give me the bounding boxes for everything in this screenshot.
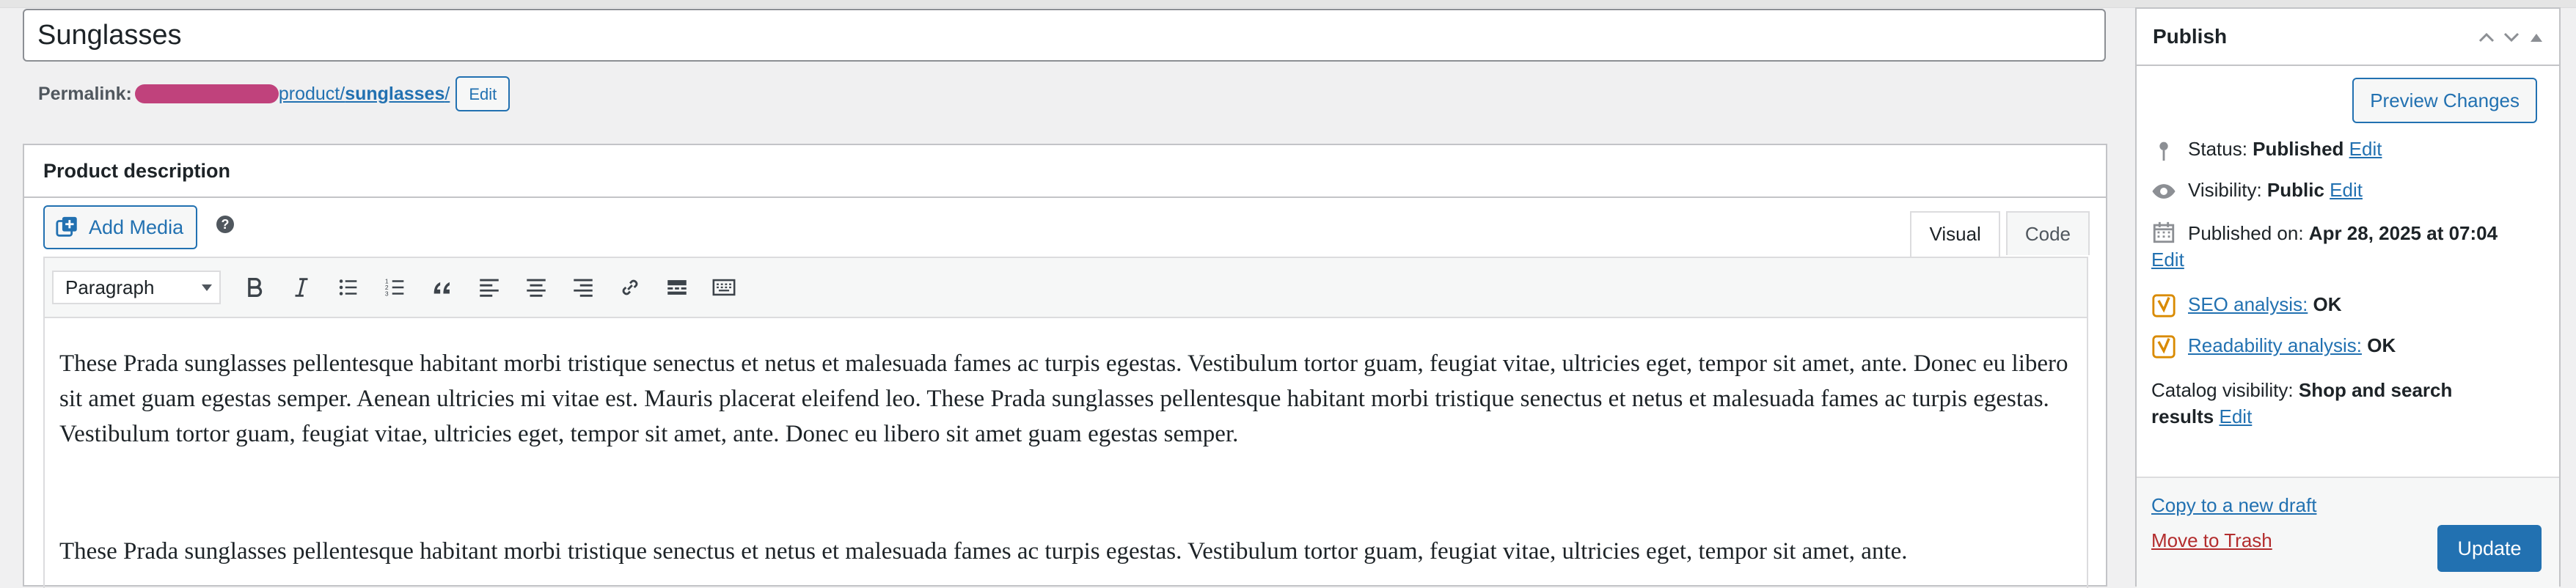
collapse-arrow-icon[interactable] — [2524, 26, 2549, 48]
editor-toolbar: Paragraph 123 — [45, 258, 2087, 318]
yoast-seo-icon — [2152, 294, 2176, 317]
chevron-down-icon[interactable] — [2499, 26, 2524, 48]
catalog-edit-link[interactable]: Edit — [2220, 405, 2253, 427]
chevron-down-icon — [202, 284, 212, 291]
published-on-row: Published on: Apr 28, 2025 at 07:04 Edit — [2151, 220, 2547, 273]
description-paragraph: These Prada sunglasses pellentesque habi… — [59, 350, 2068, 447]
update-button[interactable]: Update — [2437, 525, 2542, 572]
product-description-box: Product description Add Media ? Visual C… — [23, 144, 2107, 588]
tab-code[interactable]: Code — [2005, 211, 2090, 255]
align-left-icon[interactable] — [466, 267, 513, 308]
editor-area: Paragraph 123 These Prada sunglasses pel… — [43, 257, 2088, 588]
align-center-icon[interactable] — [513, 267, 560, 308]
link-icon[interactable] — [607, 267, 654, 308]
published-edit-link[interactable]: Edit — [2151, 249, 2184, 271]
redacted-domain — [134, 84, 279, 103]
publish-actions: Copy to a new draft Move to Trash Update — [2137, 477, 2559, 588]
permalink-url[interactable]: product/sunglasses/ — [279, 84, 450, 105]
permalink-edit-button[interactable]: Edit — [455, 76, 511, 111]
yoast-readability-icon — [2152, 335, 2176, 359]
format-select[interactable]: Paragraph — [52, 271, 221, 304]
add-media-button[interactable]: Add Media — [43, 205, 197, 249]
preview-changes-button[interactable]: Preview Changes — [2352, 78, 2537, 123]
status-edit-link[interactable]: Edit — [2349, 138, 2382, 160]
product-description-heading: Product description — [24, 145, 2106, 198]
bullet-list-icon[interactable] — [325, 267, 372, 308]
catalog-visibility-row: Catalog visibility: Shop and search resu… — [2151, 379, 2453, 427]
add-media-label: Add Media — [89, 216, 184, 238]
format-select-value: Paragraph — [65, 276, 155, 298]
bold-icon[interactable] — [231, 267, 278, 308]
seo-analysis-link[interactable]: SEO analysis: — [2188, 293, 2308, 315]
eye-icon — [2152, 184, 2176, 199]
toolbar-toggle-icon[interactable] — [700, 267, 747, 308]
publish-box: Publish Preview Changes Status: Publishe… — [2135, 7, 2561, 588]
svg-text:3: 3 — [385, 290, 389, 297]
align-right-icon[interactable] — [560, 267, 607, 308]
numbered-list-icon[interactable]: 123 — [372, 267, 419, 308]
italic-icon[interactable] — [278, 267, 325, 308]
tab-visual[interactable]: Visual — [1910, 211, 2000, 257]
permalink-label: Permalink: — [38, 83, 132, 104]
post-title-input[interactable]: Sunglasses — [23, 9, 2106, 62]
readability-analysis-link[interactable]: Readability analysis: — [2188, 334, 2362, 356]
move-to-trash-link[interactable]: Move to Trash — [2151, 529, 2272, 552]
status-row: Status: Published Edit — [2151, 138, 2382, 163]
read-more-icon[interactable] — [654, 267, 700, 308]
editor-tabs: Visual Code — [1904, 211, 2090, 257]
description-paragraph: These Prada sunglasses pellentesque habi… — [59, 538, 1908, 565]
visibility-row: Visibility: Public Edit — [2151, 179, 2363, 204]
visibility-edit-link[interactable]: Edit — [2330, 179, 2363, 201]
blockquote-icon[interactable] — [419, 267, 466, 308]
chevron-up-icon[interactable] — [2474, 26, 2499, 48]
readability-row: Readability analysis: OK — [2151, 334, 2396, 359]
pin-icon — [2159, 142, 2168, 161]
add-media-icon — [56, 216, 77, 237]
publish-heading: Publish — [2153, 25, 2228, 48]
calendar-icon — [2153, 221, 2175, 243]
permalink-row: Permalink: product/sunglasses/ Edit — [38, 76, 511, 111]
publish-heading-row: Publish — [2137, 9, 2559, 66]
help-icon[interactable]: ? — [216, 216, 234, 233]
seo-row: SEO analysis: OK — [2151, 293, 2342, 318]
editor-content[interactable]: These Prada sunglasses pellentesque habi… — [45, 318, 2087, 569]
copy-to-draft-link[interactable]: Copy to a new draft — [2151, 494, 2316, 517]
